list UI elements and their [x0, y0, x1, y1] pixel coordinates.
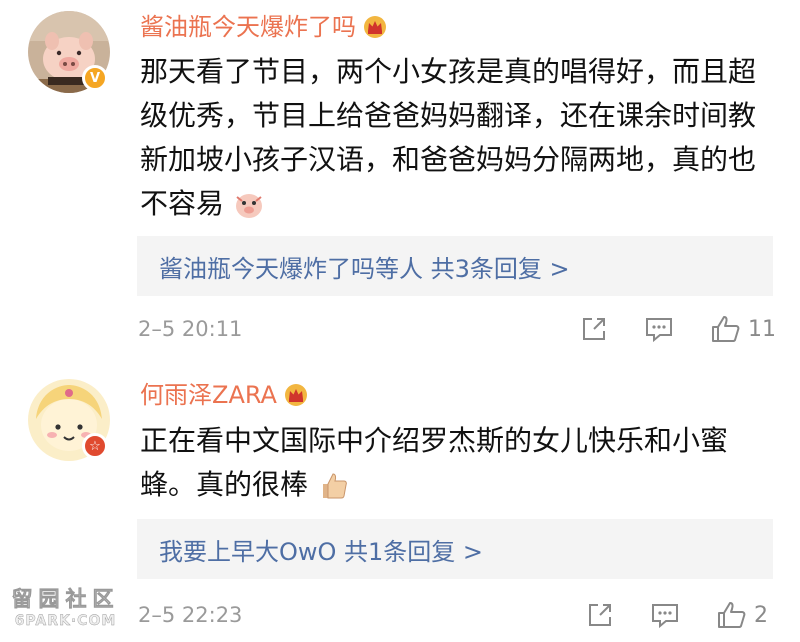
- like-button[interactable]: 2: [716, 598, 768, 632]
- verified-badge-icon: V: [82, 65, 108, 91]
- comment-button[interactable]: [650, 598, 680, 632]
- repost-icon: [589, 604, 611, 626]
- thumbs-up-icon: [718, 602, 746, 628]
- vip-crown-icon: [284, 384, 307, 406]
- comment-icon: [652, 604, 678, 629]
- username[interactable]: 酱油瓶今天爆炸了吗: [140, 12, 388, 42]
- comment-meta: 2–5 22:23 2: [138, 598, 778, 632]
- comment-body: 正在看中文国际中介绍罗杰斯的女儿快乐和小蜜蜂。真的很棒: [140, 424, 729, 501]
- timestamp: 2–5 22:23: [138, 603, 243, 627]
- cute-pig-emoji-icon: [235, 194, 262, 218]
- avatar[interactable]: ☆: [28, 379, 110, 461]
- comment-text: 正在看中文国际中介绍罗杰斯的女儿快乐和小蜜蜂。真的很棒: [140, 419, 780, 507]
- replies-link[interactable]: 我要上早大OwO 共1条回复 >: [137, 519, 773, 579]
- repost-button[interactable]: [580, 312, 608, 346]
- timestamp: 2–5 20:11: [138, 317, 243, 341]
- star-badge-icon: ☆: [82, 433, 108, 459]
- comment-icon: [646, 318, 672, 343]
- username[interactable]: 何雨泽ZARA: [140, 380, 309, 410]
- username-text[interactable]: 何雨泽ZARA: [140, 380, 277, 410]
- comment-item: V 酱油瓶今天爆炸了吗 那天看了节目，两个小女孩是真的唱得好，而且超级优秀，节目…: [0, 0, 800, 345]
- username-text[interactable]: 酱油瓶今天爆炸了吗: [140, 12, 356, 42]
- comment-button[interactable]: [644, 312, 674, 346]
- site-watermark: 留园社区 6PARK·COM: [8, 583, 123, 630]
- repost-button[interactable]: [586, 598, 614, 632]
- thumbs-up-emoji-icon: [322, 473, 347, 499]
- like-button[interactable]: 11: [710, 312, 776, 346]
- vip-crown-icon: [364, 16, 386, 38]
- repost-icon: [583, 318, 605, 340]
- replies-link[interactable]: 酱油瓶今天爆炸了吗等人 共3条回复 >: [137, 236, 773, 296]
- comment-text: 那天看了节目，两个小女孩是真的唱得好，而且超级优秀，节目上给爸爸妈妈翻译，还在课…: [140, 50, 780, 226]
- avatar[interactable]: V: [28, 11, 110, 93]
- replies-text[interactable]: 酱油瓶今天爆炸了吗等人 共3条回复 >: [159, 249, 570, 284]
- thumbs-up-icon: [712, 316, 740, 342]
- watermark-chinese: 留园社区: [11, 587, 120, 612]
- like-count: 2: [754, 602, 768, 628]
- replies-text[interactable]: 我要上早大OwO 共1条回复 >: [159, 532, 483, 567]
- comment-meta: 2–5 20:11 11: [138, 312, 778, 346]
- like-count: 11: [748, 316, 776, 342]
- watermark-english: 6PARK·COM: [14, 613, 117, 629]
